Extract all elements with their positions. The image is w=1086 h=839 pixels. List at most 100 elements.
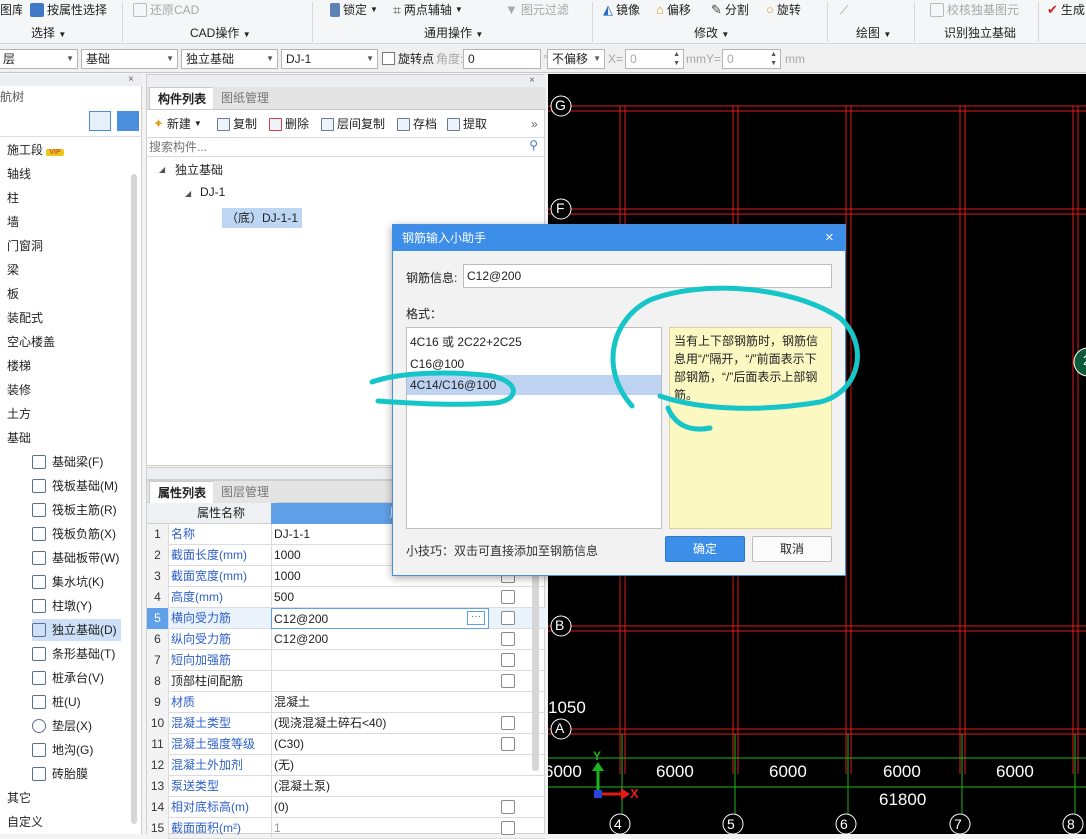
nav-item-column[interactable]: 柱 [7,187,19,209]
property-row[interactable]: 8 顶部柱间配筋 [147,671,546,692]
two-point-axis-button[interactable]: ⌗ 两点辅轴 ▼ [393,1,463,19]
dialog-close-icon[interactable]: × [825,229,834,246]
property-checkbox[interactable] [501,590,515,604]
group-common-ops[interactable]: 通用操作 ▼ [424,24,483,42]
x-input[interactable]: 0 ▲ ▼ [625,49,684,69]
property-row[interactable]: 14 相对底标高(m) (0) [147,797,546,818]
tree-expanded-icon[interactable]: ◢ [185,189,191,198]
floor-select[interactable]: 层 ▼ [0,49,78,69]
mirror-button[interactable]: ◭ 镜像 [603,1,640,19]
property-value[interactable]: C12@200 [271,608,489,629]
component-search-box[interactable]: ⚲ [147,137,544,157]
nav-sub-column-pier[interactable]: 柱墩(Y) [32,595,96,617]
ribbon-left-cut[interactable]: 图库 [0,1,22,19]
format-item-selected[interactable]: 4C14/C16@100 [407,375,661,395]
property-checkbox[interactable] [501,632,515,646]
property-value[interactable]: 混凝土 [271,692,489,713]
element-filter-button[interactable]: ▼ 图元过滤 [505,1,569,19]
angle-input[interactable]: 0 [463,49,541,69]
generate-button[interactable]: ✔ 生成 [1047,1,1085,19]
group-modify[interactable]: 修改 ▼ [694,24,729,42]
nav-item-slab[interactable]: 板 [7,283,19,305]
property-value[interactable]: C12@200 [271,629,489,650]
ellipsis-edit-icon[interactable]: ··· [467,611,485,625]
property-row[interactable]: 10 混凝土类型 (现浇混凝土碎石<40) [147,713,546,734]
lock-button[interactable]: 锁定 ▼ [330,1,378,19]
property-checkbox[interactable] [501,716,515,730]
nav-item-hollow-floor[interactable]: 空心楼盖 [7,331,55,353]
nav-sub-pile[interactable]: 桩(U) [32,691,85,713]
format-item[interactable]: C16@100 [410,354,464,374]
group-draw[interactable]: 绘图 ▼ [856,24,891,42]
split-button[interactable]: ✎ 分割 [711,1,749,19]
search-icon[interactable]: ⚲ [529,138,538,152]
nav-sub-raft-negative-rebar[interactable]: 筏板负筋(X) [32,523,120,545]
property-checkbox[interactable] [501,821,515,835]
nav-sub-cushion[interactable]: 垫层(X) [32,715,96,737]
property-row[interactable]: 12 混凝土外加剂 (无) [147,755,546,776]
property-value[interactable] [271,650,489,671]
property-checkbox[interactable] [501,800,515,814]
tab-layer-management[interactable]: 图层管理 [213,481,278,503]
property-value[interactable] [271,671,489,692]
offset-mode-select[interactable]: 不偏移 ▼ [547,49,605,69]
type-select[interactable]: 独立基础 ▼ [181,49,278,69]
property-value[interactable]: (现浇混凝土碎石<40) [271,713,489,734]
nav-item-decoration[interactable]: 装修 [7,379,31,401]
property-row[interactable]: 5 横向受力筋 C12@200 ··· [147,608,546,629]
nav-item-foundation[interactable]: 基础 [7,427,31,449]
draw-line-button[interactable]: ⟋ [840,1,848,19]
nav-sub-foundation-strip[interactable]: 基础板带(W) [32,547,123,569]
nav-sub-brick-mold[interactable]: 砖胎膜 [32,763,92,785]
nav-item-beam[interactable]: 梁 [7,259,19,281]
property-row[interactable]: 15 截面面积(m²) 1 [147,818,546,839]
archive-button[interactable]: 存档 [397,115,437,133]
property-checkbox[interactable] [501,737,515,751]
card-view-icon[interactable] [117,111,139,131]
nav-sub-foundation-beam[interactable]: 基础梁(F) [32,451,107,473]
component-search-input[interactable] [149,139,519,155]
tree-node-dj-1[interactable]: DJ-1 [200,185,225,199]
group-select[interactable]: 选择 ▼ [31,24,66,42]
nav-scrollbar[interactable] [131,174,137,824]
rotate-point-checkbox[interactable] [382,52,395,65]
nav-sub-raft-main-rebar[interactable]: 筏板主筋(R) [32,499,121,521]
nav-sub-sump-pit[interactable]: 集水坑(K) [32,571,108,593]
list-view-icon[interactable] [89,111,111,131]
offset-button[interactable]: ⌂ 偏移 [656,1,691,19]
property-row[interactable]: 9 材质 混凝土 [147,692,546,713]
property-row[interactable]: 6 纵向受力筋 C12@200 [147,629,546,650]
property-checkbox[interactable] [501,653,515,667]
property-value[interactable]: (混凝土泵) [271,776,489,797]
tree-node-dj-1-1[interactable]: （底）DJ-1-1 [222,208,303,228]
floor-copy-button[interactable]: 层间复制 [321,115,385,133]
rotate-button[interactable]: ○ 旋转 [766,1,801,19]
attr-select-button[interactable]: 按属性选择 [30,1,107,19]
property-value[interactable]: 1 [271,818,489,839]
check-element-button[interactable]: 校核独基图元 [930,1,1019,19]
rebar-info-input[interactable]: C12@200 [463,264,832,288]
category-select[interactable]: 基础 ▼ [81,49,178,69]
y-input[interactable]: 0 ▲ ▼ [722,49,781,69]
tab-component-list[interactable]: 构件列表 [149,87,216,109]
nav-item-construction-section[interactable]: 施工段 VIP [7,139,64,161]
property-value[interactable]: 500 [271,587,489,608]
property-checkbox[interactable] [501,674,515,688]
property-checkbox[interactable] [501,611,515,625]
property-row[interactable]: 13 泵送类型 (混凝土泵) [147,776,546,797]
nav-item-wall[interactable]: 墙 [7,211,19,233]
nav-item-other[interactable]: 其它 [7,787,31,809]
tree-expanded-icon[interactable]: ◢ [159,165,165,174]
property-row[interactable]: 4 高度(mm) 500 [147,587,546,608]
property-value[interactable]: (无) [271,755,489,776]
nav-item-earthwork[interactable]: 土方 [7,403,31,425]
extract-button[interactable]: 提取 [447,115,487,133]
delete-button[interactable]: 删除 [269,115,309,133]
format-item[interactable]: 4C16 或 2C22+2C25 [410,332,522,352]
property-value[interactable]: (0) [271,797,489,818]
property-row[interactable]: 11 混凝土强度等级 (C30) [147,734,546,755]
new-button[interactable]: ✦ 新建 ▼ [153,115,202,133]
cancel-button[interactable]: 取消 [752,536,832,562]
tree-node-isolated-foundation[interactable]: 独立基础 [175,161,223,178]
tab-drawing-management[interactable]: 图纸管理 [213,87,278,109]
